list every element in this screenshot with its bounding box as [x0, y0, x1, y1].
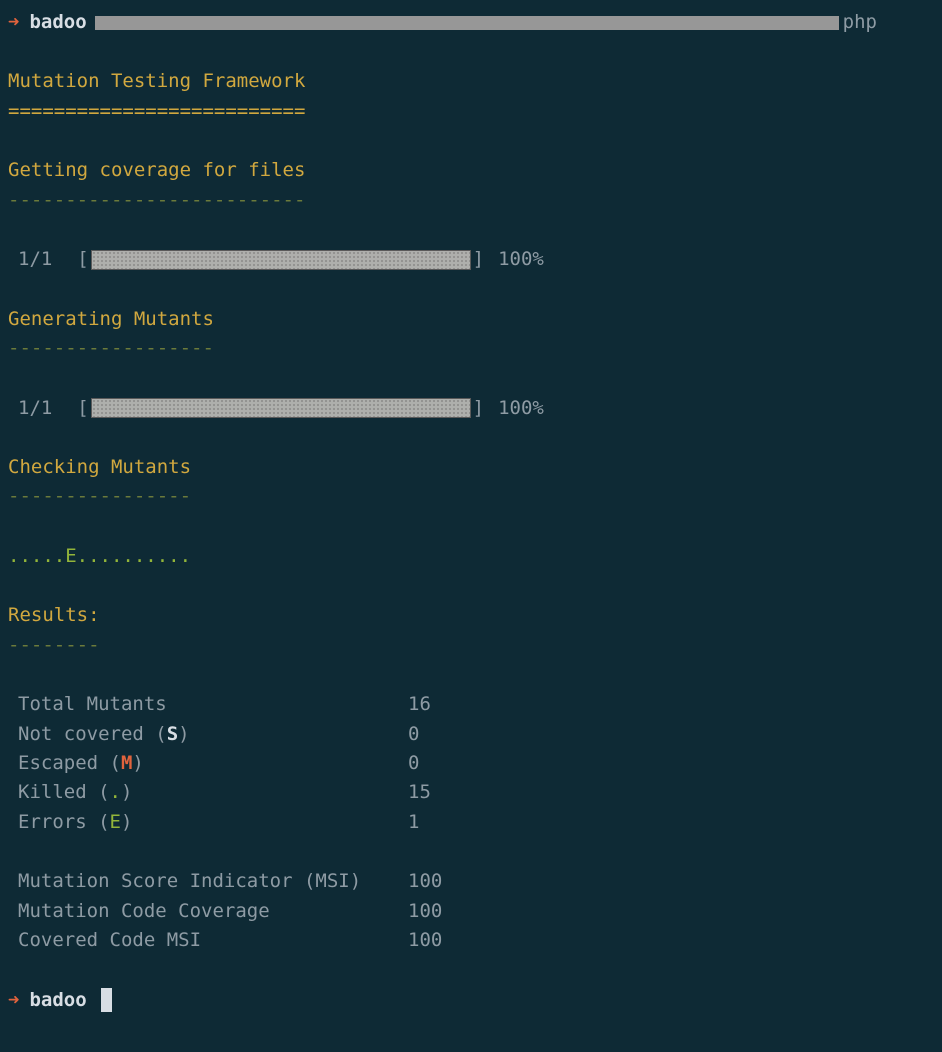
bracket-open-icon: [	[54, 245, 88, 274]
result-row-escaped: Escaped (M) 0	[18, 749, 934, 778]
results-underline: --------	[8, 631, 934, 660]
file-extension: php	[843, 8, 877, 37]
coverage-progress-line: 1/1 [ ] 100%	[8, 245, 934, 274]
redacted-path-bar	[95, 16, 839, 30]
result-label: Errors (E)	[18, 808, 408, 837]
symbol-s-icon: S	[167, 723, 178, 745]
framework-underline: ==========================	[8, 97, 934, 126]
prompt-hostname: badoo	[29, 986, 86, 1015]
command-prompt-ready[interactable]: ➜ badoo	[8, 986, 934, 1015]
result-row-msi: Mutation Score Indicator (MSI) 100	[18, 867, 934, 896]
result-label: Total Mutants	[18, 690, 408, 719]
bracket-close-icon: ]	[473, 245, 484, 274]
result-label: Mutation Score Indicator (MSI)	[18, 867, 408, 896]
result-row-killed: Killed (.) 15	[18, 778, 934, 807]
coverage-counter: 1/1	[18, 245, 52, 274]
result-label: Covered Code MSI	[18, 926, 408, 955]
symbol-e-icon: E	[110, 811, 121, 833]
error-marker-icon: E	[65, 545, 76, 567]
results-title: Results:	[8, 601, 934, 630]
framework-title: Mutation Testing Framework	[8, 67, 934, 96]
coverage-progress-bar	[91, 250, 471, 270]
result-row-errors: Errors (E) 1	[18, 808, 934, 837]
result-value: 0	[408, 720, 419, 749]
result-label: Killed (.)	[18, 778, 408, 807]
result-label: Escaped (M)	[18, 749, 408, 778]
prompt-hostname: badoo	[29, 8, 86, 37]
cursor-icon	[101, 988, 112, 1012]
dot-killed-icon: .....	[8, 545, 65, 567]
result-row-mcc: Mutation Code Coverage 100	[18, 897, 934, 926]
coverage-percent: 100%	[498, 245, 544, 274]
generating-section-title: Generating Mutants	[8, 305, 934, 334]
generating-percent: 100%	[498, 394, 544, 423]
result-value: 100	[408, 867, 442, 896]
mutant-results-dots: .....E..........	[8, 542, 934, 571]
generating-counter: 1/1	[18, 394, 52, 423]
result-value: 100	[408, 926, 442, 955]
bracket-close-icon: ]	[473, 394, 484, 423]
prompt-arrow-icon: ➜	[8, 986, 19, 1015]
generating-progress-line: 1/1 [ ] 100%	[8, 394, 934, 423]
results-table: Total Mutants 16 Not covered (S) 0 Escap…	[8, 690, 934, 956]
result-row-notcovered: Not covered (S) 0	[18, 720, 934, 749]
terminal-output: ➜ badoo php Mutation Testing Framework =…	[0, 0, 942, 1023]
checking-section-title: Checking Mutants	[8, 453, 934, 482]
symbol-dot-icon: .	[110, 781, 121, 803]
symbol-m-icon: M	[121, 752, 132, 774]
result-value: 100	[408, 897, 442, 926]
command-prompt-line: ➜ badoo php	[8, 8, 934, 37]
result-label: Not covered (S)	[18, 720, 408, 749]
checking-underline: ----------------	[8, 482, 934, 511]
result-row-ccmsi: Covered Code MSI 100	[18, 926, 934, 955]
dot-killed-icon: ..........	[77, 545, 191, 567]
coverage-underline: --------------------------	[8, 186, 934, 215]
generating-underline: ------------------	[8, 334, 934, 363]
result-value: 15	[408, 778, 431, 807]
result-value: 0	[408, 749, 419, 778]
result-value: 1	[408, 808, 419, 837]
result-value: 16	[408, 690, 431, 719]
bracket-open-icon: [	[54, 394, 88, 423]
result-label: Mutation Code Coverage	[18, 897, 408, 926]
generating-progress-bar	[91, 398, 471, 418]
result-row-total: Total Mutants 16	[18, 690, 934, 719]
prompt-arrow-icon: ➜	[8, 8, 19, 37]
coverage-section-title: Getting coverage for files	[8, 156, 934, 185]
